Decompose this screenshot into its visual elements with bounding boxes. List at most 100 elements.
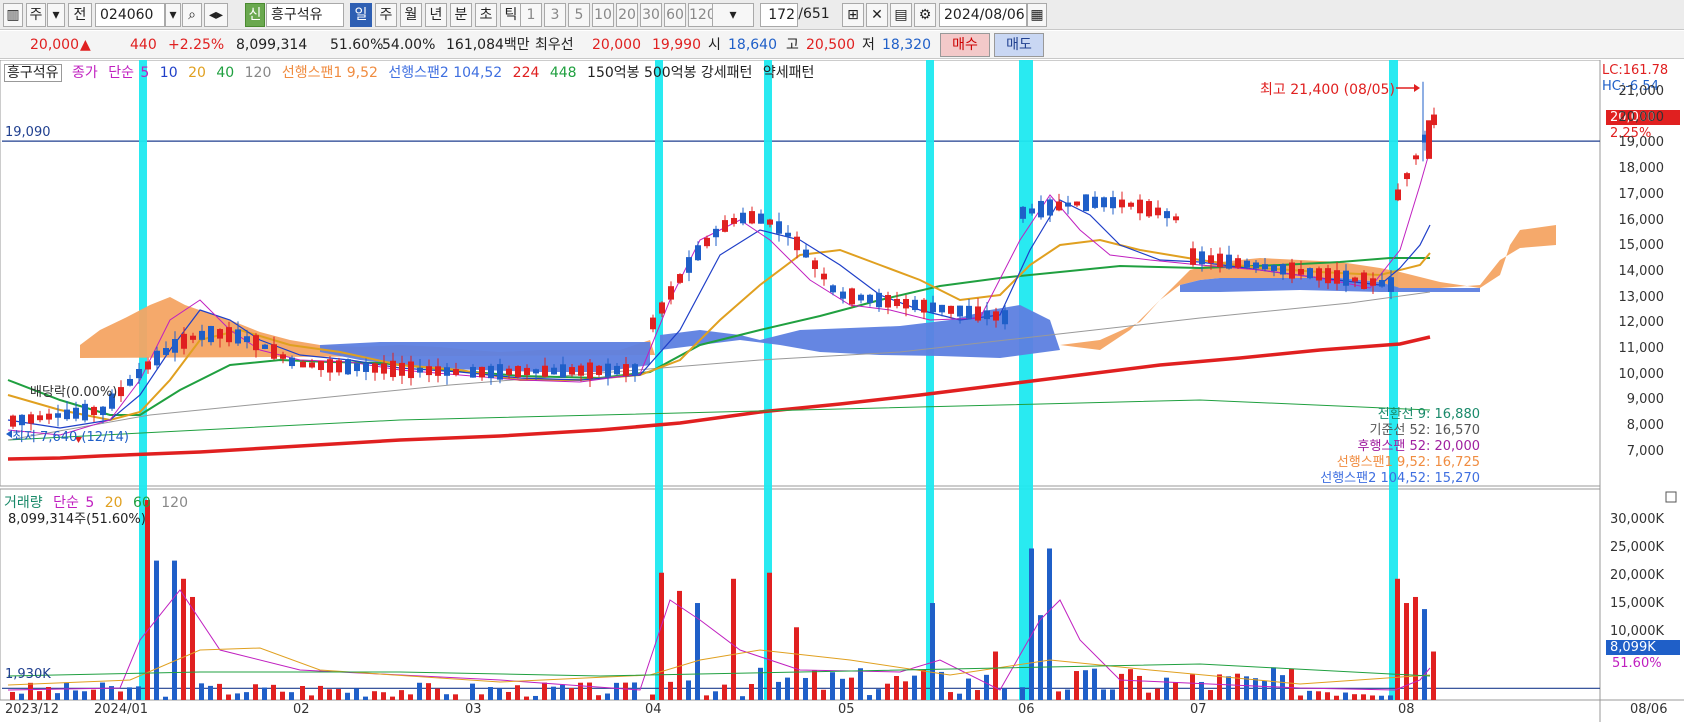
sell-button[interactable]: 매도 bbox=[994, 33, 1044, 57]
candle-body bbox=[1280, 264, 1286, 275]
candle-body bbox=[876, 292, 882, 308]
period-tab-6[interactable]: 틱 bbox=[500, 3, 522, 27]
code-input[interactable]: 024060 bbox=[95, 3, 165, 27]
interval-dropdown[interactable]: ▾ bbox=[712, 3, 754, 27]
candle-body bbox=[803, 249, 809, 258]
date-input[interactable]: 2024/08/06 bbox=[939, 3, 1027, 27]
volume-bar bbox=[993, 651, 998, 700]
volume-bar bbox=[244, 692, 249, 700]
candle-body bbox=[1343, 270, 1349, 286]
chevron-down-icon[interactable]: ▾ bbox=[47, 3, 65, 27]
price: 20,000 bbox=[30, 37, 79, 53]
price-tick: 18,000 bbox=[1618, 161, 1665, 177]
stock-name-field[interactable]: 흥구석유 bbox=[266, 3, 344, 27]
legend-close: 종가 bbox=[71, 65, 98, 81]
candle-body bbox=[596, 365, 602, 375]
volume-bar bbox=[885, 683, 890, 700]
volume-bar bbox=[217, 683, 222, 700]
volume-bar bbox=[1422, 609, 1427, 700]
period-tab-3[interactable]: 년 bbox=[425, 3, 447, 27]
vol-current: 8,099,314주(51.60%) bbox=[8, 512, 146, 527]
price-legend: 흥구석유 종가 단순 5 10 20 40 120 선행스팬1 9,52 선행스… bbox=[4, 62, 820, 82]
volume-bar bbox=[289, 692, 294, 700]
save-icon[interactable]: ▤ bbox=[890, 3, 912, 27]
period-tab-5[interactable]: 초 bbox=[475, 3, 497, 27]
period-tab-2[interactable]: 월 bbox=[400, 3, 422, 27]
volume-bar bbox=[1217, 674, 1222, 700]
volume-bar bbox=[1413, 596, 1418, 700]
candle-icon[interactable]: ⊞ bbox=[842, 3, 864, 27]
volume-bar bbox=[1244, 676, 1249, 700]
candle-body bbox=[19, 414, 25, 426]
candle-body bbox=[894, 298, 900, 307]
line-tool-icon[interactable]: ✕ bbox=[866, 3, 888, 27]
candle-body bbox=[345, 359, 351, 375]
layout-icon[interactable]: ▥ bbox=[3, 3, 23, 27]
volume-bar bbox=[767, 572, 772, 700]
volume-bar bbox=[1361, 694, 1366, 700]
candle-body bbox=[1395, 189, 1401, 201]
candle-body bbox=[309, 362, 315, 368]
volume-bar bbox=[10, 691, 15, 700]
sound-icon[interactable]: ◂▸ bbox=[204, 3, 228, 27]
candle-body bbox=[435, 366, 441, 376]
volume-bar bbox=[921, 669, 926, 700]
legend-span1: 선행스팬1 9,52 bbox=[281, 65, 378, 81]
period-tab-1[interactable]: 주 bbox=[375, 3, 397, 27]
candle-body bbox=[722, 220, 728, 232]
interval-button-60[interactable]: 60 bbox=[664, 3, 686, 27]
candle-body bbox=[1020, 206, 1026, 219]
gear-icon[interactable]: ⚙ bbox=[914, 3, 936, 27]
volume-bar bbox=[1253, 678, 1258, 700]
price-tick: 13,000 bbox=[1618, 289, 1665, 305]
volume-bar bbox=[145, 500, 150, 700]
interval-button-20[interactable]: 20 bbox=[616, 3, 638, 27]
calendar-icon[interactable]: ▦ bbox=[1027, 3, 1047, 27]
volume-bar bbox=[1029, 548, 1034, 700]
interval-button-1[interactable]: 1 bbox=[520, 3, 542, 27]
buy-button[interactable]: 매수 bbox=[940, 33, 990, 57]
search-icon[interactable]: ⌕ bbox=[182, 3, 202, 27]
period-kind[interactable]: 주 bbox=[26, 3, 46, 27]
interval-button-3[interactable]: 3 bbox=[544, 3, 566, 27]
candle-body bbox=[354, 363, 360, 372]
interval-button-10[interactable]: 10 bbox=[592, 3, 614, 27]
volume-bar bbox=[659, 572, 664, 700]
credit-badge: 신 bbox=[245, 3, 265, 27]
high-annotation: 최고 21,400 (08/05) bbox=[1260, 82, 1395, 98]
candle-body bbox=[1379, 280, 1385, 287]
x-tick: 2024/01 bbox=[94, 702, 149, 717]
candle-body bbox=[560, 364, 566, 378]
volume-bar bbox=[1431, 651, 1436, 700]
volume-bar bbox=[372, 691, 377, 700]
price-tick: 21,000 bbox=[1618, 84, 1665, 99]
legend-ma448: 448 bbox=[549, 65, 577, 81]
volume-tick: 30,000K bbox=[1609, 512, 1664, 527]
candle-body bbox=[1298, 268, 1304, 275]
candle-body bbox=[668, 286, 674, 300]
count-input[interactable]: 172 bbox=[760, 3, 798, 27]
period-tab-4[interactable]: 분 bbox=[450, 3, 472, 27]
prev-button[interactable]: 전 bbox=[68, 3, 92, 27]
period-tab-0[interactable]: 일 bbox=[350, 3, 372, 27]
candle-body bbox=[1235, 258, 1241, 268]
volume-bar bbox=[1199, 681, 1204, 700]
candle-body bbox=[226, 327, 232, 343]
legend-ma10: 10 bbox=[159, 65, 178, 81]
candle-body bbox=[686, 257, 692, 273]
open-label: 시 bbox=[708, 37, 721, 53]
candle-body bbox=[208, 325, 214, 343]
candle-body bbox=[506, 368, 512, 375]
volume-bar bbox=[1002, 688, 1007, 700]
volume-bar bbox=[1020, 687, 1025, 700]
candle-body bbox=[731, 217, 737, 224]
code-dropdown-icon[interactable]: ▾ bbox=[165, 3, 181, 27]
volume-bar bbox=[154, 560, 159, 700]
interval-button-120[interactable]: 120 bbox=[688, 3, 716, 27]
volume-bar bbox=[235, 693, 240, 700]
hline-label: 19,090 bbox=[5, 125, 51, 140]
interval-button-5[interactable]: 5 bbox=[568, 3, 590, 27]
candle-body bbox=[199, 330, 205, 340]
stock-chart[interactable] bbox=[0, 60, 1684, 722]
interval-button-30[interactable]: 30 bbox=[640, 3, 662, 27]
